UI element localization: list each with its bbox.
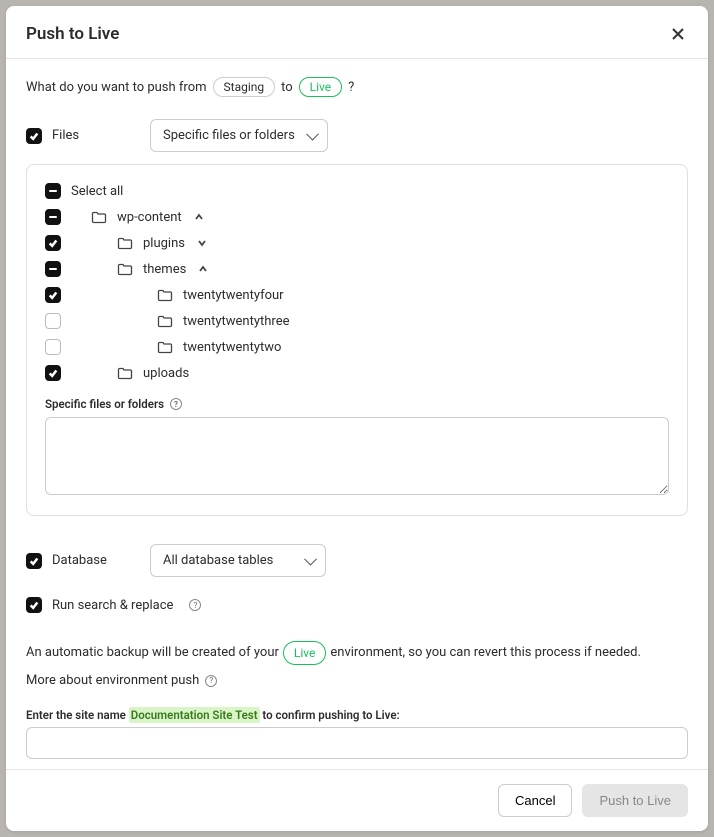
confirm-suffix: to confirm pushing to Live: [260, 708, 400, 722]
themes-toggle[interactable] [196, 262, 210, 276]
plugins-checkbox[interactable] [45, 235, 61, 251]
check-icon [29, 131, 39, 141]
database-checkbox[interactable] [26, 553, 42, 569]
twentytwentythree-checkbox[interactable] [45, 313, 61, 329]
folder-icon [117, 236, 133, 250]
database-label: Database [52, 553, 107, 568]
close-icon [672, 28, 684, 40]
folder-icon [117, 262, 133, 276]
database-select[interactable]: All database tables [150, 544, 326, 577]
files-checkbox[interactable] [26, 128, 42, 144]
search-replace-label: Run search & replace [52, 598, 173, 613]
select-all-checkbox[interactable] [45, 183, 61, 199]
question-prefix: What do you want to push from [26, 80, 207, 95]
check-icon [29, 556, 39, 566]
folder-icon [157, 314, 173, 328]
backup-env-pill: Live [283, 641, 326, 665]
push-button[interactable]: Push to Live [582, 784, 688, 817]
backup-prefix: An automatic backup will be created of y… [26, 643, 279, 663]
confirm-input[interactable] [26, 727, 688, 759]
backup-suffix: environment, so you can revert this proc… [330, 643, 641, 663]
twentytwentytwo-label: twentytwentytwo [183, 340, 281, 355]
more-about-link[interactable]: More about environment push [26, 673, 199, 688]
wp-content-checkbox[interactable] [45, 209, 61, 225]
folder-icon [91, 210, 107, 224]
wp-content-label: wp-content [117, 210, 182, 225]
search-replace-checkbox[interactable] [26, 597, 42, 613]
confirm-site-name: Documentation Site Test [129, 707, 260, 723]
folder-icon [157, 340, 173, 354]
twentytwentythree-label: twentytwentythree [183, 314, 289, 329]
confirm-prefix: Enter the site name [26, 708, 129, 722]
folder-icon [157, 288, 173, 302]
files-tree-panel: Select all wp-content plugins [26, 164, 688, 516]
uploads-checkbox[interactable] [45, 365, 61, 381]
question-suffix: ? [348, 80, 354, 95]
files-label: Files [52, 128, 79, 143]
twentytwentyfour-label: twentytwentyfour [183, 288, 284, 303]
uploads-label: uploads [143, 366, 189, 381]
database-select-value: All database tables [163, 553, 273, 568]
files-select-value: Specific files or folders [163, 128, 295, 143]
specific-files-label: Specific files or folders [45, 397, 164, 411]
info-icon[interactable]: ? [205, 675, 217, 687]
info-icon[interactable]: ? [170, 398, 182, 410]
plugins-toggle[interactable] [195, 236, 209, 250]
close-button[interactable] [668, 24, 688, 44]
target-env-pill: Live [299, 77, 342, 97]
select-all-label: Select all [71, 184, 123, 199]
cancel-button[interactable]: Cancel [498, 784, 572, 817]
wp-content-toggle[interactable] [192, 210, 206, 224]
modal-title: Push to Live [26, 24, 119, 44]
specific-files-textarea[interactable] [45, 417, 669, 495]
info-icon[interactable]: ? [189, 599, 201, 611]
files-select[interactable]: Specific files or folders [150, 119, 328, 152]
themes-label: themes [143, 262, 186, 277]
folder-icon [117, 366, 133, 380]
check-icon [29, 600, 39, 610]
plugins-label: plugins [143, 236, 185, 251]
twentytwentyfour-checkbox[interactable] [45, 287, 61, 303]
themes-checkbox[interactable] [45, 261, 61, 277]
question-to: to [281, 80, 293, 95]
source-env-pill: Staging [213, 77, 276, 97]
twentytwentytwo-checkbox[interactable] [45, 339, 61, 355]
